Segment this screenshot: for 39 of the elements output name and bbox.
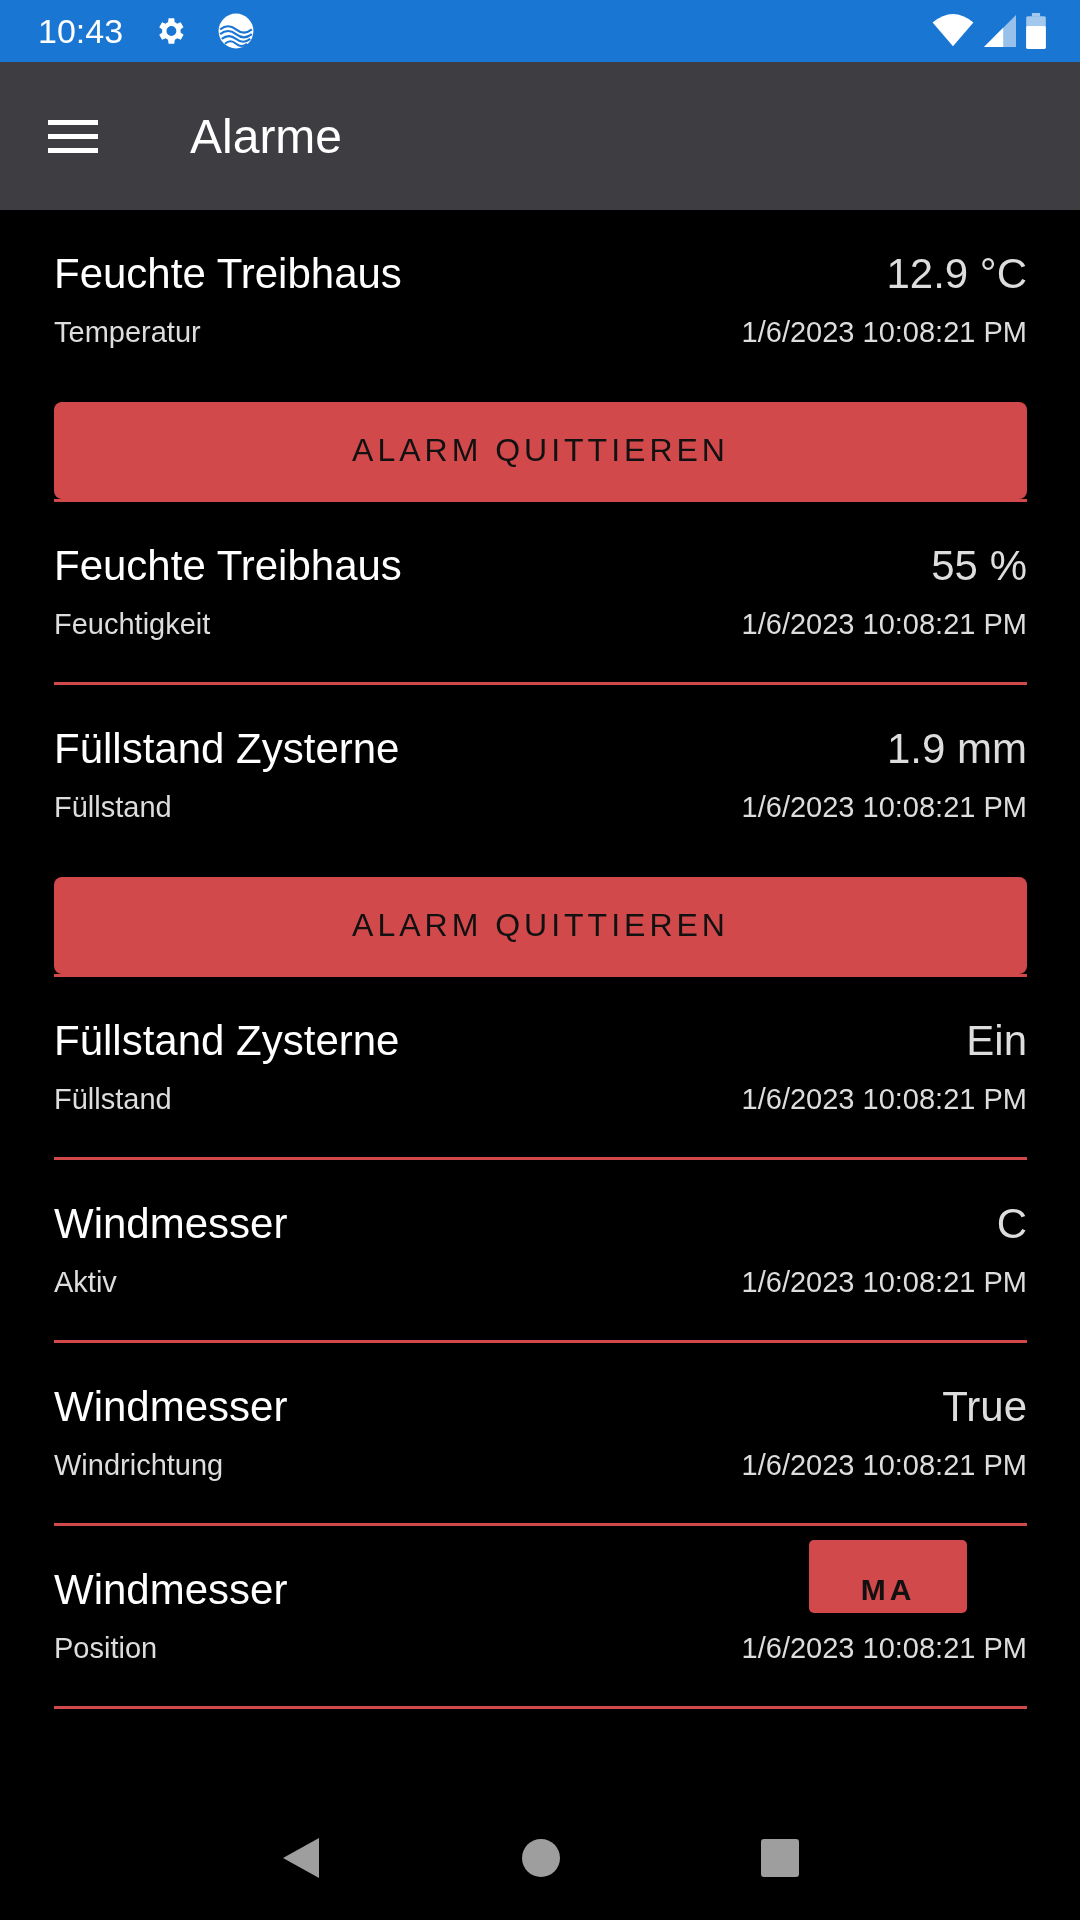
alarm-type: Feuchtigkeit <box>54 607 212 642</box>
alarm-timestamp: 1/6/2023 10:08:21 PM <box>741 1631 1027 1666</box>
alarm-type: Füllstand <box>54 1082 173 1117</box>
alarm-value: True <box>941 1382 1027 1432</box>
alarm-timestamp: 1/6/2023 10:08:21 PM <box>741 1265 1027 1300</box>
alarm-type: Position <box>54 1631 159 1666</box>
waves-icon <box>217 12 256 50</box>
status-time: 10:43 <box>38 11 124 51</box>
battery-icon <box>1026 13 1046 49</box>
alarm-timestamp: 1/6/2023 10:08:21 PM <box>741 1082 1027 1117</box>
alarm-type: Windrichtung <box>54 1448 225 1483</box>
alarm-type: Aktiv <box>54 1265 118 1300</box>
alarm-value: Ein <box>965 1016 1027 1066</box>
alarm-name: Feuchte Treibhaus <box>54 541 403 591</box>
alarm-name: Füllstand Zysterne <box>54 724 401 774</box>
alarm-name: Feuchte Treibhaus <box>54 249 403 299</box>
screen-title: Alarme <box>190 108 343 164</box>
acknowledge-button[interactable]: ALARM QUITTIEREN <box>54 877 1027 974</box>
alarm-name: Windmesser <box>54 1565 289 1615</box>
alarm-value: 1.9 mm <box>885 724 1027 774</box>
wifi-icon <box>932 14 974 48</box>
alarm-timestamp: 1/6/2023 10:08:21 PM <box>741 1448 1027 1483</box>
alarm-timestamp: 1/6/2023 10:08:21 PM <box>741 607 1027 642</box>
alarm-value: 55 % <box>930 541 1027 591</box>
acknowledge-button[interactable]: ALARM QUITTIEREN <box>54 402 1027 499</box>
alarm-timestamp: 1/6/2023 10:08:21 PM <box>741 315 1027 350</box>
recents-icon[interactable] <box>761 1839 800 1877</box>
alarm-name: Windmesser <box>54 1382 289 1432</box>
home-icon[interactable] <box>522 1839 560 1877</box>
menu-icon[interactable] <box>48 118 98 154</box>
alarm-name: Windmesser <box>54 1199 289 1249</box>
signal-icon <box>984 14 1016 48</box>
alarm-type: Temperatur <box>54 315 202 350</box>
alarm-type: Füllstand <box>54 790 173 825</box>
alarm-timestamp: 1/6/2023 10:08:21 PM <box>741 790 1027 825</box>
alarm-value: C <box>995 1199 1027 1249</box>
small-button[interactable]: MA <box>809 1540 967 1613</box>
alarm-name: Füllstand Zysterne <box>54 1016 401 1066</box>
alarm-value: 12.9 °C <box>885 249 1027 299</box>
